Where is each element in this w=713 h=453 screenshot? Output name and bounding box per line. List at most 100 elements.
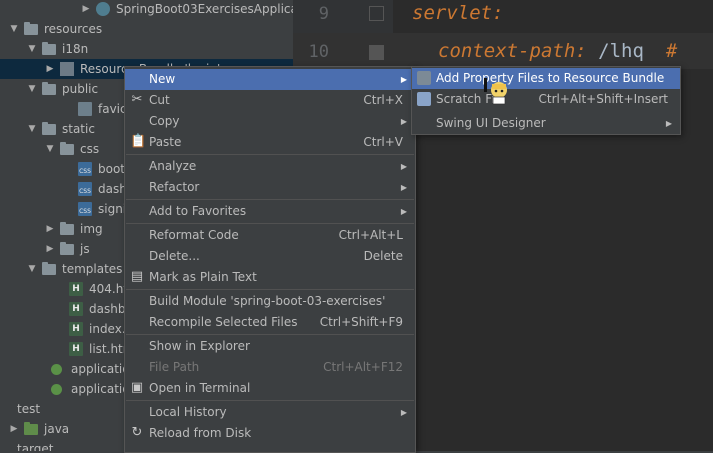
folder-icon (42, 42, 56, 55)
menu-item-open-in-terminal[interactable]: ▣ Open in Terminal (125, 378, 415, 399)
spring-icon (96, 2, 110, 16)
menu-item-label: Paste (149, 135, 182, 149)
menu-item-analyze[interactable]: Analyze ▶ (125, 156, 415, 177)
menu-item-new[interactable]: New ▶ (125, 69, 415, 90)
menu-item-paste[interactable]: 📋 Paste Ctrl+V (125, 132, 415, 153)
resource-bundle-icon (417, 71, 431, 85)
tree-item-label: templates (62, 262, 123, 276)
menu-separator (126, 289, 414, 290)
tree-item-label: css (80, 142, 100, 156)
html-file-icon: H (69, 302, 83, 316)
plain-text-icon: ▤ (130, 269, 144, 284)
menu-item-reformat-code[interactable]: Reformat Code Ctrl+Alt+L (125, 225, 415, 246)
mouse-cursor-icon (484, 78, 507, 105)
menu-separator (126, 199, 414, 200)
folder-icon (42, 122, 56, 135)
collapse-arrow-icon[interactable]: ▶ (9, 419, 19, 439)
code-key: servlet: (412, 2, 504, 24)
menu-item-mark-as-plain-text[interactable]: ▤ Mark as Plain Text (125, 267, 415, 288)
menu-item-label: Delete... (149, 249, 200, 263)
expand-arrow-icon[interactable]: ▼ (45, 139, 55, 159)
code-value: /lhq (586, 40, 644, 62)
css-file-icon: CSS (78, 202, 92, 216)
css-file-icon: CSS (78, 182, 92, 196)
menu-separator (126, 223, 414, 224)
submenu-arrow-icon: ▶ (400, 408, 407, 417)
tree-item-label: SpringBoot03ExercisesApplication (116, 2, 293, 16)
menu-item-label: Cut (149, 93, 170, 107)
menu-item-build-module-spring-boot-03-exercises[interactable]: Build Module 'spring-boot-03-exercises' (125, 291, 415, 312)
collapse-arrow-icon[interactable]: ▶ (45, 219, 55, 239)
expand-arrow-icon[interactable]: ▼ (27, 259, 37, 279)
scratch-file-icon (417, 92, 431, 106)
submenu-item-add-property-files-to-resource-bundle[interactable]: Add Property Files to Resource Bundle (412, 68, 680, 89)
menu-item-label: Recompile Selected Files (149, 315, 298, 329)
submenu-arrow-icon: ▶ (400, 162, 407, 171)
menu-item-label: Add to Favorites (149, 204, 247, 218)
menu-item-shortcut: Ctrl+Shift+F9 (319, 315, 403, 329)
expand-arrow-icon[interactable]: ▼ (27, 119, 37, 139)
expand-arrow-icon[interactable]: ▼ (9, 19, 19, 39)
tree-item-label: i18n (62, 42, 89, 56)
menu-item-label: Refactor (149, 180, 200, 194)
collapse-arrow-icon[interactable]: ▶ (45, 59, 55, 79)
submenu-item-swing-ui-designer[interactable]: Swing UI Designer ▶ (412, 113, 680, 134)
tree-item-label: test (17, 402, 41, 416)
line-number: 10 (308, 42, 329, 62)
submenu-arrow-icon: ▶ (400, 75, 407, 84)
line-number: 9 (318, 4, 329, 24)
ico-file-icon (78, 102, 92, 116)
html-file-icon: H (69, 322, 83, 336)
tree-item-label: java (44, 422, 70, 436)
menu-item-label: Mark as Plain Text (149, 270, 257, 284)
menu-item-label: Analyze (149, 159, 197, 173)
collapse-arrow-icon[interactable]: ▶ (81, 0, 91, 19)
folder-icon (42, 262, 56, 275)
menu-item-refactor[interactable]: Refactor ▶ (125, 177, 415, 198)
yaml-file-icon (51, 384, 62, 395)
menu-item-label: New (149, 72, 176, 86)
menu-item-recompile-selected-files[interactable]: Recompile Selected Files Ctrl+Shift+F9 (125, 312, 415, 333)
code-line-10: context-path: /lhq # (438, 40, 677, 62)
collapse-arrow-icon[interactable]: ▶ (45, 239, 55, 259)
context-menu: New ▶ ✂ Cut Ctrl+X Copy ▶ 📋 Paste Ctrl+V Analyze ▶ R… (124, 66, 416, 453)
menu-item-delete[interactable]: Delete... Delete (125, 246, 415, 267)
source-folder-icon (24, 422, 38, 435)
properties-file-icon (51, 364, 62, 375)
fold-marker-icon[interactable] (369, 6, 384, 21)
menu-item-shortcut: Ctrl+Alt+L (338, 228, 403, 242)
menu-item-shortcut: Ctrl+X (363, 93, 403, 107)
expand-arrow-icon[interactable]: ▼ (27, 39, 37, 59)
submenu-arrow-icon: ▶ (400, 207, 407, 216)
menu-item-label: File Path (149, 360, 200, 374)
menu-item-label: Reformat Code (149, 228, 239, 242)
scissors-icon: ✂ (131, 92, 143, 107)
menu-item-show-in-explorer[interactable]: Show in Explorer (125, 336, 415, 357)
folder-icon (60, 242, 74, 255)
menu-separator (126, 334, 414, 335)
tree-item-label: target (17, 442, 54, 451)
submenu-item-scratch-file[interactable]: Scratch File Ctrl+Alt+Shift+Insert (412, 89, 680, 110)
menu-item-label: Reload from Disk (149, 426, 252, 440)
tree-item-label: resources (44, 22, 103, 36)
fold-end-marker-icon[interactable] (369, 45, 384, 60)
submenu-arrow-icon: ▶ (400, 117, 407, 126)
menu-item-shortcut: Ctrl+Alt+F12 (323, 360, 403, 374)
menu-item-cut[interactable]: ✂ Cut Ctrl+X (125, 90, 415, 111)
submenu-item-label: Add Property Files to Resource Bundle (436, 71, 665, 85)
reload-icon: ↻ (131, 425, 143, 440)
resource-bundle-icon (60, 62, 74, 76)
menu-item-file-path[interactable]: File Path Ctrl+Alt+F12 (125, 357, 415, 378)
menu-separator (126, 154, 414, 155)
submenu-arrow-icon: ▶ (665, 119, 672, 128)
submenu-arrow-icon: ▶ (400, 183, 407, 192)
folder-icon (60, 142, 74, 155)
menu-item-reload-from-disk[interactable]: ↻ Reload from Disk (125, 423, 415, 444)
expand-arrow-icon[interactable]: ▼ (27, 79, 37, 99)
code-key: context-path: (438, 40, 587, 62)
menu-item-shortcut: Delete (363, 249, 403, 263)
menu-item-add-to-favorites[interactable]: Add to Favorites ▶ (125, 201, 415, 222)
menu-item-copy[interactable]: Copy ▶ (125, 111, 415, 132)
menu-item-local-history[interactable]: Local History ▶ (125, 402, 415, 423)
submenu-item-shortcut: Ctrl+Alt+Shift+Insert (538, 92, 668, 106)
